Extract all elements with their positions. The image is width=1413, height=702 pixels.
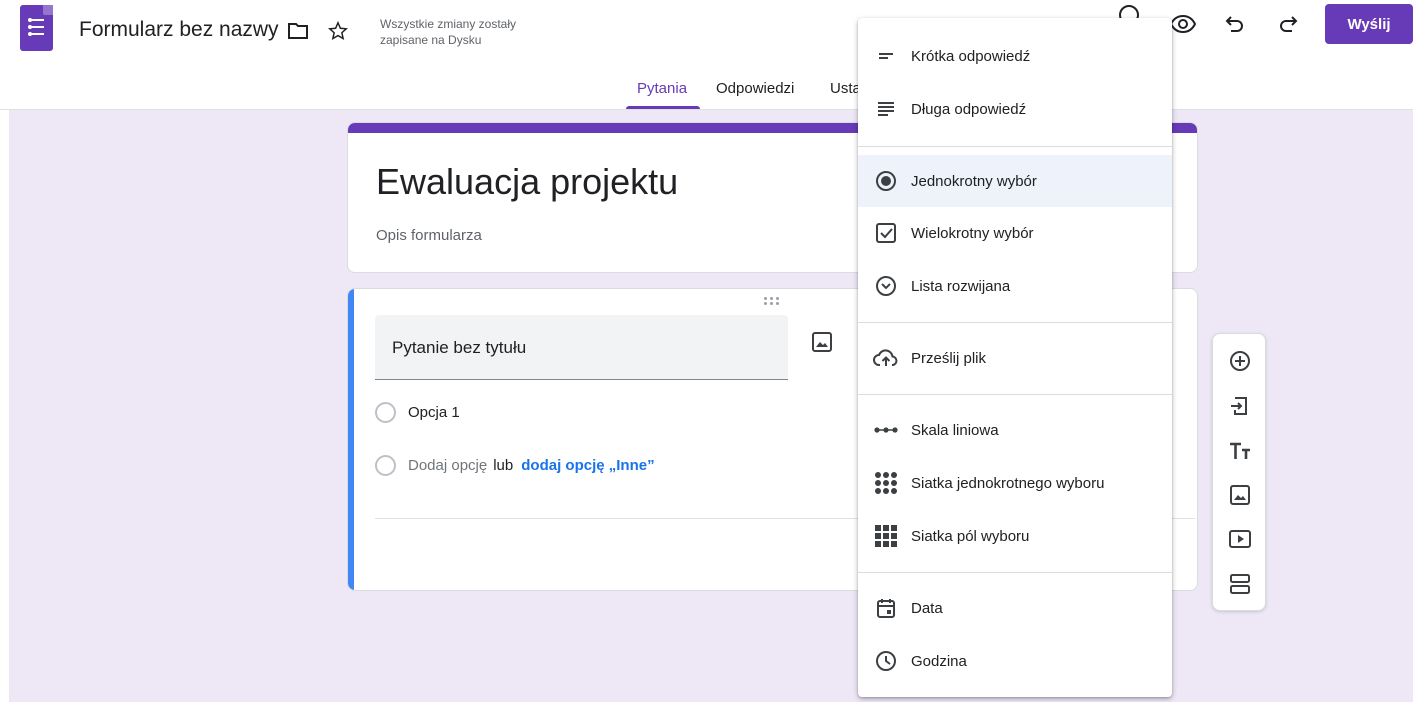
menu-item-file-upload[interactable]: Prześlij plik: [858, 332, 1172, 384]
send-button[interactable]: Wyślij: [1325, 4, 1413, 44]
menu-item-paragraph[interactable]: Długa odpowiedź: [858, 83, 1172, 135]
menu-item-label: Lista rozwijana: [911, 277, 1011, 295]
add-other-option-link[interactable]: dodaj opcję „Inne”: [521, 457, 654, 474]
paragraph-icon: [873, 96, 899, 122]
checkbox-grid-icon: [873, 523, 899, 549]
add-video-icon[interactable]: [1227, 526, 1253, 552]
form-title[interactable]: Ewaluacja projektu: [376, 161, 678, 203]
question-type-menu: Krótka odpowiedź Długa odpowiedź Jednokr…: [858, 18, 1172, 697]
dropdown-icon: [873, 273, 899, 299]
radio-button-icon: [873, 168, 899, 194]
tab-questions[interactable]: Pytania: [637, 80, 687, 97]
or-text: lub: [493, 457, 514, 474]
menu-item-label: Krótka odpowiedź: [911, 47, 1031, 65]
menu-item-label: Godzina: [911, 652, 967, 670]
add-option-row: Dodaj opcję lub dodaj opcję „Inne”: [375, 455, 655, 476]
menu-item-dropdown[interactable]: Lista rozwijana: [858, 260, 1172, 312]
menu-item-label: Prześlij plik: [911, 349, 987, 367]
tab-bar: Pytania Odpowiedzi Usta: [0, 80, 1413, 110]
add-question-icon[interactable]: [1227, 348, 1253, 374]
add-section-icon[interactable]: [1227, 571, 1253, 597]
menu-item-label: Skala liniowa: [911, 421, 999, 439]
multiple-choice-grid-icon: [873, 470, 899, 496]
menu-item-checkboxes[interactable]: Wielokrotny wybór: [858, 207, 1172, 259]
star-icon[interactable]: [325, 18, 351, 44]
document-title[interactable]: Formularz bez nazwy: [79, 18, 279, 42]
menu-divider: [858, 394, 1172, 395]
menu-item-label: Długa odpowiedź: [911, 100, 1027, 118]
active-question-indicator: [348, 289, 354, 590]
menu-item-linear-scale[interactable]: Skala liniowa: [858, 404, 1172, 456]
floating-toolbar: [1212, 333, 1266, 611]
linear-scale-icon: [873, 417, 899, 443]
menu-item-short-answer[interactable]: Krótka odpowiedź: [858, 30, 1172, 82]
menu-divider: [858, 322, 1172, 323]
question-title-input[interactable]: Pytanie bez tytułu: [375, 315, 788, 380]
option-label[interactable]: Opcja 1: [408, 404, 460, 421]
menu-item-label: Siatka pól wyboru: [911, 527, 1030, 545]
menu-item-time[interactable]: Godzina: [858, 635, 1172, 687]
add-image-icon[interactable]: [1227, 482, 1253, 508]
menu-item-multiple-choice-grid[interactable]: Siatka jednokrotnego wyboru: [858, 457, 1172, 509]
radio-icon: [375, 455, 396, 476]
tab-responses[interactable]: Odpowiedzi: [716, 80, 794, 97]
menu-divider: [858, 146, 1172, 147]
redo-icon[interactable]: [1275, 11, 1301, 37]
folder-icon[interactable]: [285, 18, 311, 44]
menu-item-label: Data: [911, 599, 943, 617]
checkbox-icon: [873, 220, 899, 246]
add-title-icon[interactable]: [1227, 438, 1253, 464]
menu-item-checkbox-grid[interactable]: Siatka pól wyboru: [858, 510, 1172, 562]
drag-handle-icon[interactable]: [764, 297, 784, 307]
cloud-upload-icon: [873, 345, 899, 371]
tab-settings[interactable]: Usta: [830, 80, 861, 97]
question-title-placeholder: Pytanie bez tytułu: [392, 338, 527, 357]
calendar-icon: [873, 595, 899, 621]
menu-item-date[interactable]: Data: [858, 582, 1172, 634]
undo-icon[interactable]: [1222, 11, 1248, 37]
menu-item-multiple-choice[interactable]: Jednokrotny wybór: [858, 155, 1172, 207]
active-tab-indicator: [626, 106, 700, 109]
forms-logo-icon[interactable]: [20, 5, 53, 51]
menu-item-label: Jednokrotny wybór: [911, 172, 1037, 190]
top-bar: Formularz bez nazwy Wszystkie zmiany zos…: [0, 0, 1413, 110]
form-description[interactable]: Opis formularza: [376, 227, 482, 244]
short-text-icon: [873, 43, 899, 69]
import-questions-icon[interactable]: [1227, 393, 1253, 419]
clock-icon: [873, 648, 899, 674]
preview-eye-icon[interactable]: [1170, 11, 1196, 37]
menu-divider: [858, 572, 1172, 573]
save-status: Wszystkie zmiany zostały zapisane na Dys…: [380, 17, 517, 47]
menu-item-label: Wielokrotny wybór: [911, 224, 1034, 242]
add-image-icon[interactable]: [811, 331, 833, 353]
radio-icon: [375, 402, 396, 423]
menu-item-label: Siatka jednokrotnego wyboru: [911, 474, 1105, 492]
option-row[interactable]: Opcja 1: [375, 402, 460, 423]
add-option-button[interactable]: Dodaj opcję: [408, 457, 487, 474]
